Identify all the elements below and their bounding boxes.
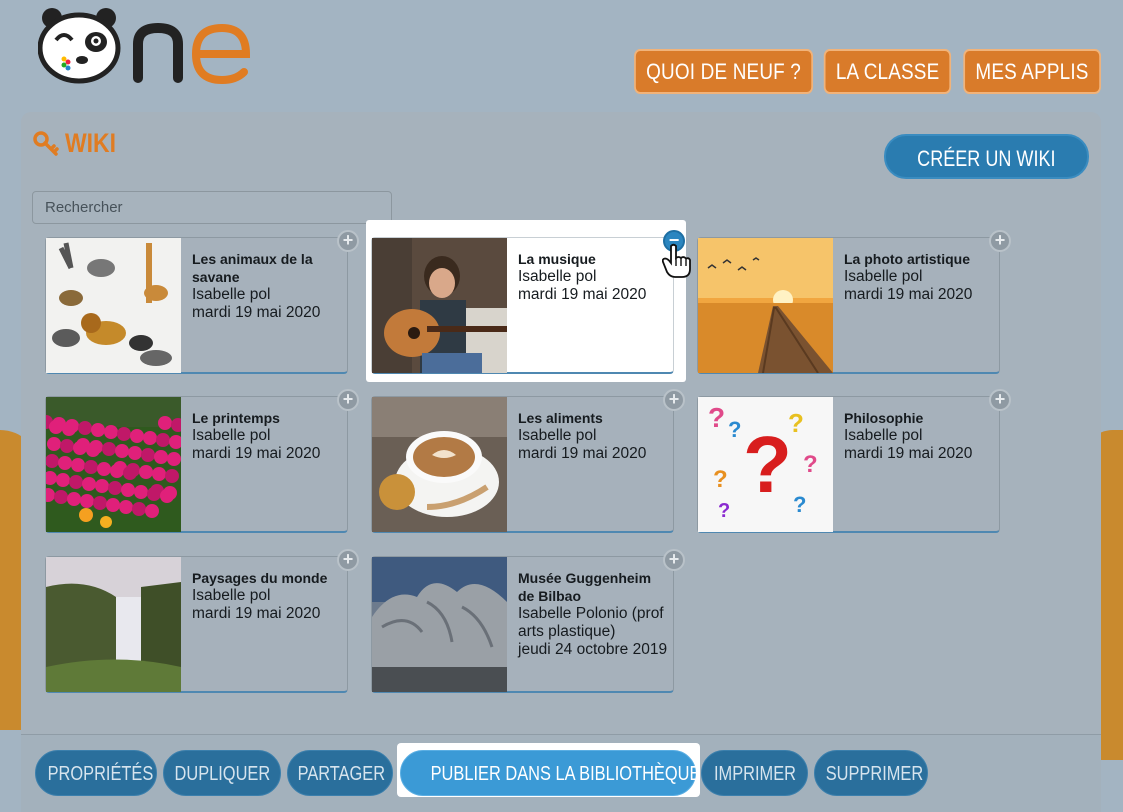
delete-button[interactable]: SUPPRIMER xyxy=(814,750,928,796)
nav-quoi-de-neuf-button[interactable]: QUOI DE NEUF ? xyxy=(634,49,813,94)
wiki-card[interactable]: Musée Guggenheim de Bilbao Isabelle Polon… xyxy=(371,549,685,693)
svg-text:?: ? xyxy=(718,500,730,522)
publish-library-label: PUBLIER DANS LA BIBLIOTHÈQUE xyxy=(430,763,701,785)
top-navigation: QUOI DE NEUF ? LA CLASSE MES APPLIS xyxy=(605,49,1101,94)
hand-pointer-icon xyxy=(662,243,691,278)
wiki-card-title[interactable]: Les aliments xyxy=(518,409,668,427)
wiki-card-info: La photo artistique Isabelle pol mardi 19 … xyxy=(844,250,994,304)
wiki-card-date: jeudi 24 octobre 2019 xyxy=(518,641,668,658)
duplicate-label: DUPLIQUER xyxy=(174,763,271,785)
select-plus-icon[interactable]: + xyxy=(663,549,685,571)
svg-text:?: ? xyxy=(793,492,806,517)
wiki-card-title[interactable]: Paysages du monde xyxy=(192,569,342,587)
wiki-card-author: Isabelle pol xyxy=(844,427,923,444)
wiki-card[interactable]: Les animaux de la savane Isabelle pol mard… xyxy=(45,230,359,374)
wiki-card-title[interactable]: Philosophie xyxy=(844,409,994,427)
wiki-card-thumbnail[interactable] xyxy=(46,238,181,373)
wiki-card-thumbnail[interactable] xyxy=(372,238,507,373)
wiki-card-title[interactable]: Le printemps xyxy=(192,409,342,427)
page-title-text: WIKI xyxy=(65,128,116,158)
select-plus-icon[interactable]: + xyxy=(337,549,359,571)
search-input[interactable] xyxy=(32,191,392,224)
wiki-card-title[interactable]: Musée Guggenheim de Bilbao xyxy=(518,569,668,605)
select-plus-icon[interactable]: + xyxy=(337,230,359,252)
wiki-card-title[interactable]: La musique xyxy=(518,250,668,268)
create-wiki-label: CRÉER UN WIKI xyxy=(917,146,1056,171)
print-button[interactable]: IMPRIMER xyxy=(701,750,808,796)
wiki-card-author: Isabelle Polonio (prof arts plastique) xyxy=(518,605,664,640)
print-label: IMPRIMER xyxy=(713,763,796,785)
svg-text:?: ? xyxy=(708,402,725,433)
wiki-key-icon xyxy=(33,130,59,156)
wiki-card-date: mardi 19 mai 2020 xyxy=(192,605,321,622)
wiki-card-info: Le printemps Isabelle pol mardi 19 mai 202… xyxy=(192,409,342,463)
wiki-card[interactable]: Paysages du monde Isabelle pol mardi 19 ma… xyxy=(45,549,359,693)
wiki-card-author: Isabelle pol xyxy=(518,268,597,285)
wiki-card-thumbnail[interactable] xyxy=(698,238,833,373)
wiki-card-author: Isabelle pol xyxy=(192,286,271,303)
wiki-card-date: mardi 19 mai 2020 xyxy=(518,286,647,303)
wiki-card-thumbnail[interactable] xyxy=(372,557,507,692)
svg-text:?: ? xyxy=(743,420,792,509)
wiki-card-author: Isabelle pol xyxy=(192,427,271,444)
wiki-card-date: mardi 19 mai 2020 xyxy=(518,445,647,462)
wiki-card-title[interactable]: Les animaux de la savane xyxy=(192,250,342,286)
svg-text:?: ? xyxy=(788,408,804,438)
page-title: WIKI xyxy=(33,128,125,159)
share-label: PARTAGER xyxy=(297,763,386,785)
wiki-card[interactable]: La musique Isabelle pol mardi 19 mai 2020− xyxy=(371,230,685,374)
one-logo[interactable] xyxy=(37,6,258,85)
wiki-card-thumbnail[interactable] xyxy=(46,397,181,532)
nav-mes-applis-button[interactable]: MES APPLIS xyxy=(963,49,1101,94)
main-panel: WIKI CRÉER UN WIKI Les animaux de la sav… xyxy=(21,112,1101,812)
wiki-card-info: Philosophie Isabelle pol mardi 19 mai 2020 xyxy=(844,409,994,463)
wiki-card[interactable]: Le printemps Isabelle pol mardi 19 mai 202… xyxy=(45,389,359,533)
wiki-card-thumbnail[interactable] xyxy=(372,397,507,532)
wiki-card-author: Isabelle pol xyxy=(844,268,923,285)
wiki-card-title[interactable]: La photo artistique xyxy=(844,250,994,268)
svg-text:?: ? xyxy=(713,466,728,493)
create-wiki-button[interactable]: CRÉER UN WIKI xyxy=(884,134,1089,179)
wiki-card-date: mardi 19 mai 2020 xyxy=(844,445,973,462)
svg-text:?: ? xyxy=(803,451,818,478)
publish-library-button[interactable]: PUBLIER DANS LA BIBLIOTHÈQUE xyxy=(400,750,700,796)
select-plus-icon[interactable]: + xyxy=(989,230,1011,252)
wiki-card-info: Paysages du monde Isabelle pol mardi 19 ma… xyxy=(192,569,342,623)
properties-label: PROPRIÉTÉS xyxy=(47,763,154,785)
select-plus-icon[interactable]: + xyxy=(989,389,1011,411)
wiki-card-thumbnail[interactable]: ???????? xyxy=(698,397,833,532)
delete-label: SUPPRIMER xyxy=(825,763,924,785)
nav-la-classe-button[interactable]: LA CLASSE xyxy=(823,49,952,94)
wiki-card-date: mardi 19 mai 2020 xyxy=(844,286,973,303)
wiki-card-thumbnail[interactable] xyxy=(46,557,181,692)
wiki-card-info: Les aliments Isabelle pol mardi 19 mai 202… xyxy=(518,409,668,463)
wiki-card-author: Isabelle pol xyxy=(518,427,597,444)
wiki-card-date: mardi 19 mai 2020 xyxy=(192,445,321,462)
properties-button[interactable]: PROPRIÉTÉS xyxy=(35,750,157,796)
wiki-card[interactable]: La photo artistique Isabelle pol mardi 19 … xyxy=(697,230,1011,374)
wiki-card[interactable]: Les aliments Isabelle pol mardi 19 mai 202… xyxy=(371,389,685,533)
wiki-card-date: mardi 19 mai 2020 xyxy=(192,304,321,321)
wiki-card-author: Isabelle pol xyxy=(192,587,271,604)
svg-text:?: ? xyxy=(728,417,741,442)
select-plus-icon[interactable]: + xyxy=(337,389,359,411)
duplicate-button[interactable]: DUPLIQUER xyxy=(163,750,281,796)
wiki-card-info: La musique Isabelle pol mardi 19 mai 2020 xyxy=(518,250,668,304)
action-toolbar: PROPRIÉTÉS DUPLIQUER PARTAGER PUBLIER DA… xyxy=(21,734,1101,812)
wiki-card[interactable]: ???????? Philosophie Isabelle pol mardi 19 … xyxy=(697,389,1011,533)
wiki-card-info: Les animaux de la savane Isabelle pol mard… xyxy=(192,250,342,322)
select-plus-icon[interactable]: + xyxy=(663,389,685,411)
share-button[interactable]: PARTAGER xyxy=(287,750,393,796)
wiki-card-info: Musée Guggenheim de Bilbao Isabelle Polon… xyxy=(518,569,668,659)
